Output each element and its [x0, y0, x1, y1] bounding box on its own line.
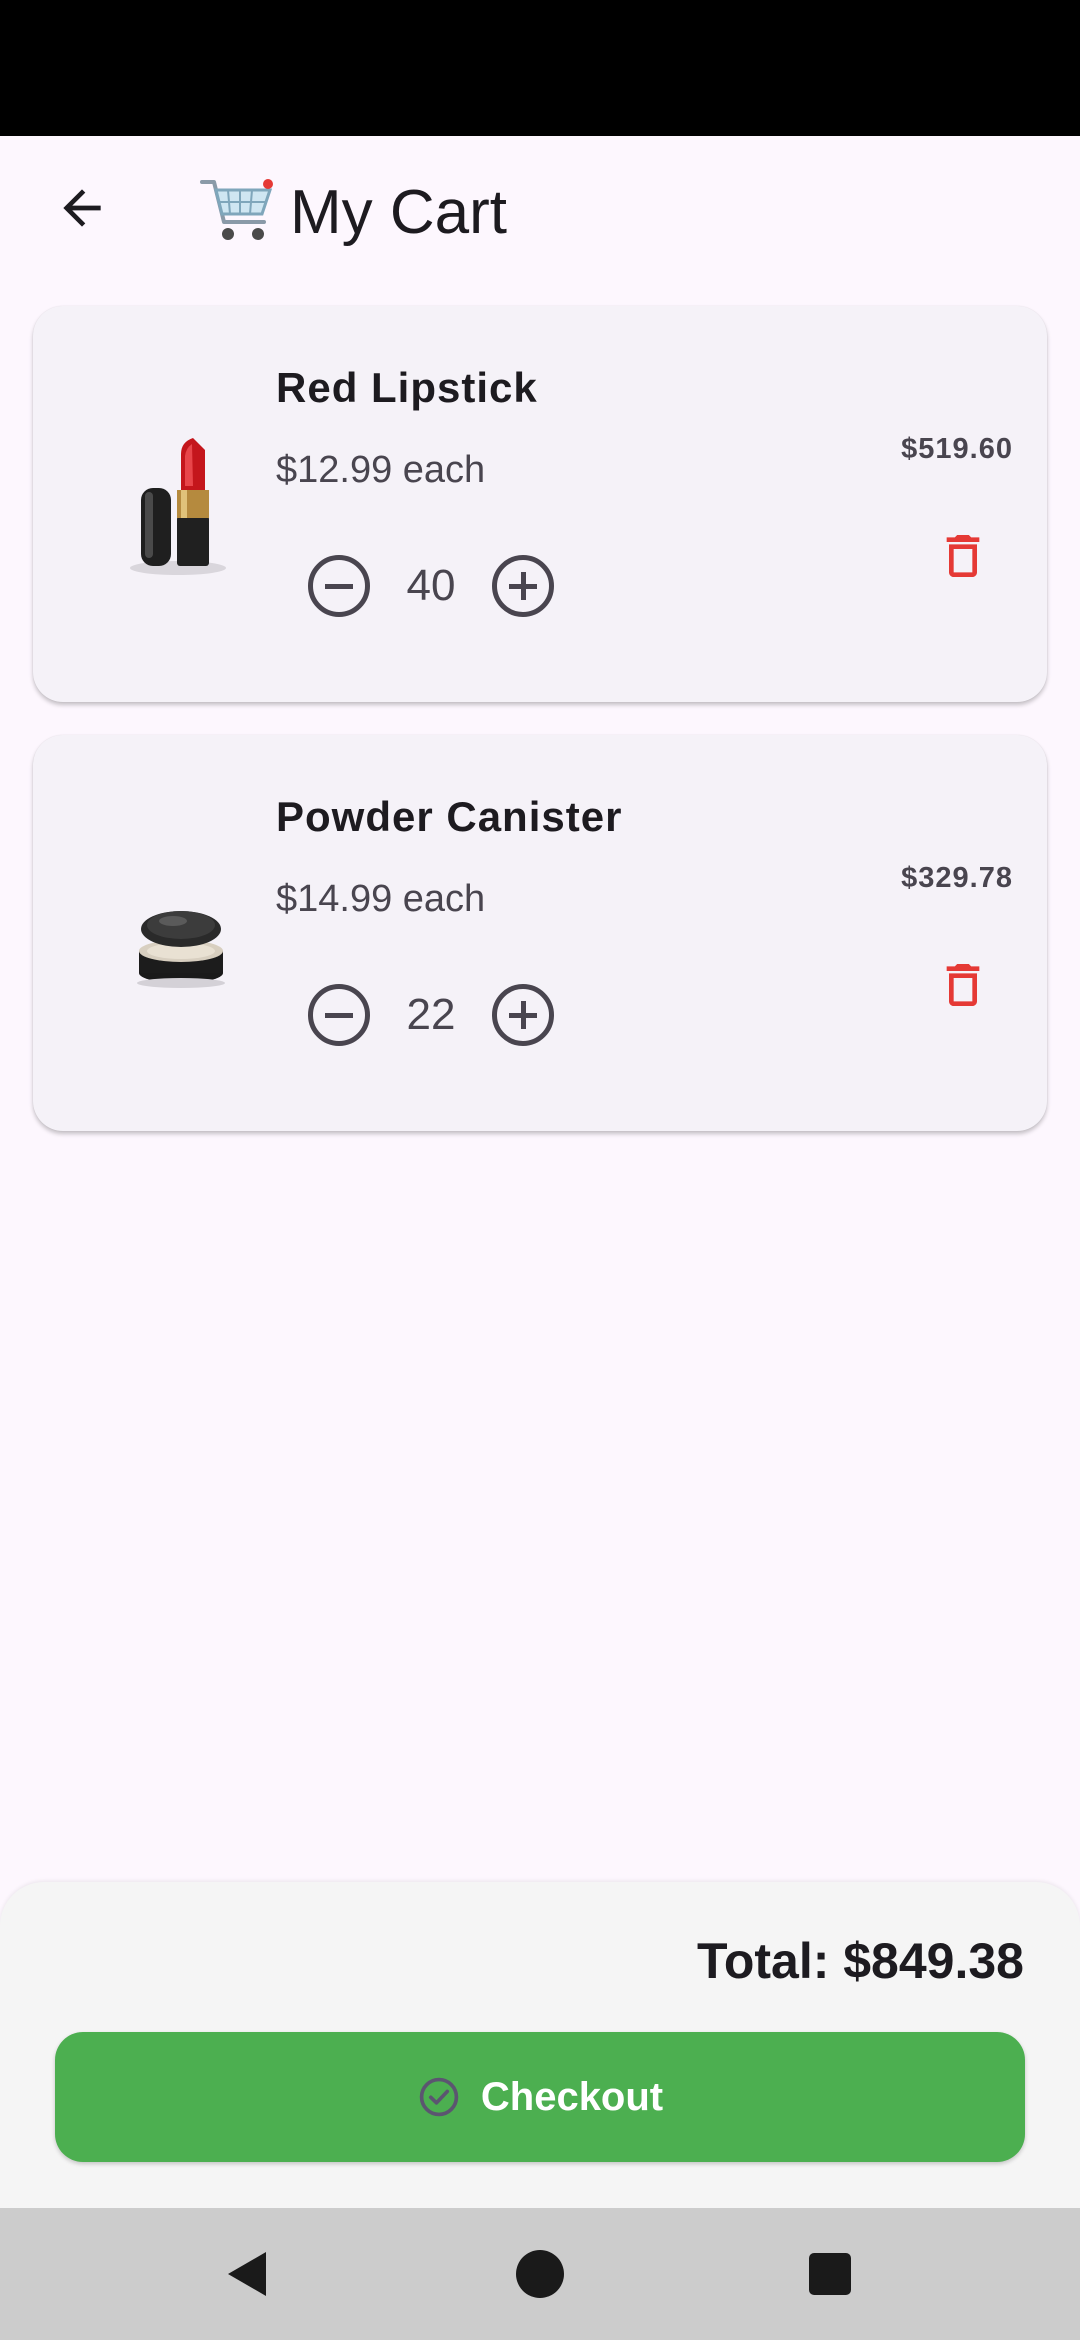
app-bar: My Cart [0, 136, 1080, 286]
status-bar [0, 0, 1080, 136]
minus-icon [325, 583, 353, 589]
nav-back-icon[interactable] [218, 2244, 278, 2304]
increase-quantity-button[interactable] [492, 984, 554, 1046]
delete-item-button[interactable] [921, 943, 1005, 1027]
item-name: Powder Canister [276, 793, 623, 840]
cart-item-card: Red Lipstick $12.99 each 40 $519.60 [33, 306, 1047, 702]
lipstick-icon [130, 438, 226, 575]
page-title: My Cart [290, 177, 507, 247]
delete-item-button[interactable] [921, 514, 1005, 598]
decrease-quantity-button[interactable] [308, 984, 370, 1046]
item-unit-price: $14.99 each [276, 878, 486, 920]
item-unit-price: $12.99 each [276, 449, 486, 491]
back-button[interactable] [40, 166, 124, 250]
quantity-value: 40 [406, 561, 456, 610]
cart-total: Total: $849.38 [696, 1933, 1024, 1989]
decrease-quantity-button[interactable] [308, 555, 370, 617]
item-name: Red Lipstick [276, 364, 538, 411]
system-nav-bar [0, 2208, 1080, 2340]
item-line-total: $519.60 [901, 433, 1013, 465]
powder-compact-icon [137, 911, 225, 988]
increase-quantity-button[interactable] [492, 555, 554, 617]
minus-icon [325, 1012, 353, 1018]
checkout-panel: Total: $849.38 Checkout [0, 1882, 1080, 2208]
title-group: My Cart [198, 172, 507, 252]
quantity-stepper: 22 [308, 980, 554, 1050]
nav-home-icon[interactable] [510, 2244, 570, 2304]
checkout-button[interactable]: Checkout [55, 2032, 1025, 2162]
cart-item-card: Powder Canister $14.99 each 22 $329.78 [33, 735, 1047, 1131]
quantity-stepper: 40 [308, 551, 554, 621]
arrow-back-icon [63, 189, 101, 227]
trash-icon [946, 535, 980, 577]
checkout-label: Checkout [480, 2074, 664, 2119]
trash-icon [946, 964, 980, 1006]
item-line-total: $329.78 [901, 862, 1013, 894]
quantity-value: 22 [406, 990, 456, 1039]
check-circle-icon [419, 2077, 459, 2117]
nav-recents-icon[interactable] [800, 2244, 860, 2304]
shopping-cart-icon [200, 179, 273, 240]
